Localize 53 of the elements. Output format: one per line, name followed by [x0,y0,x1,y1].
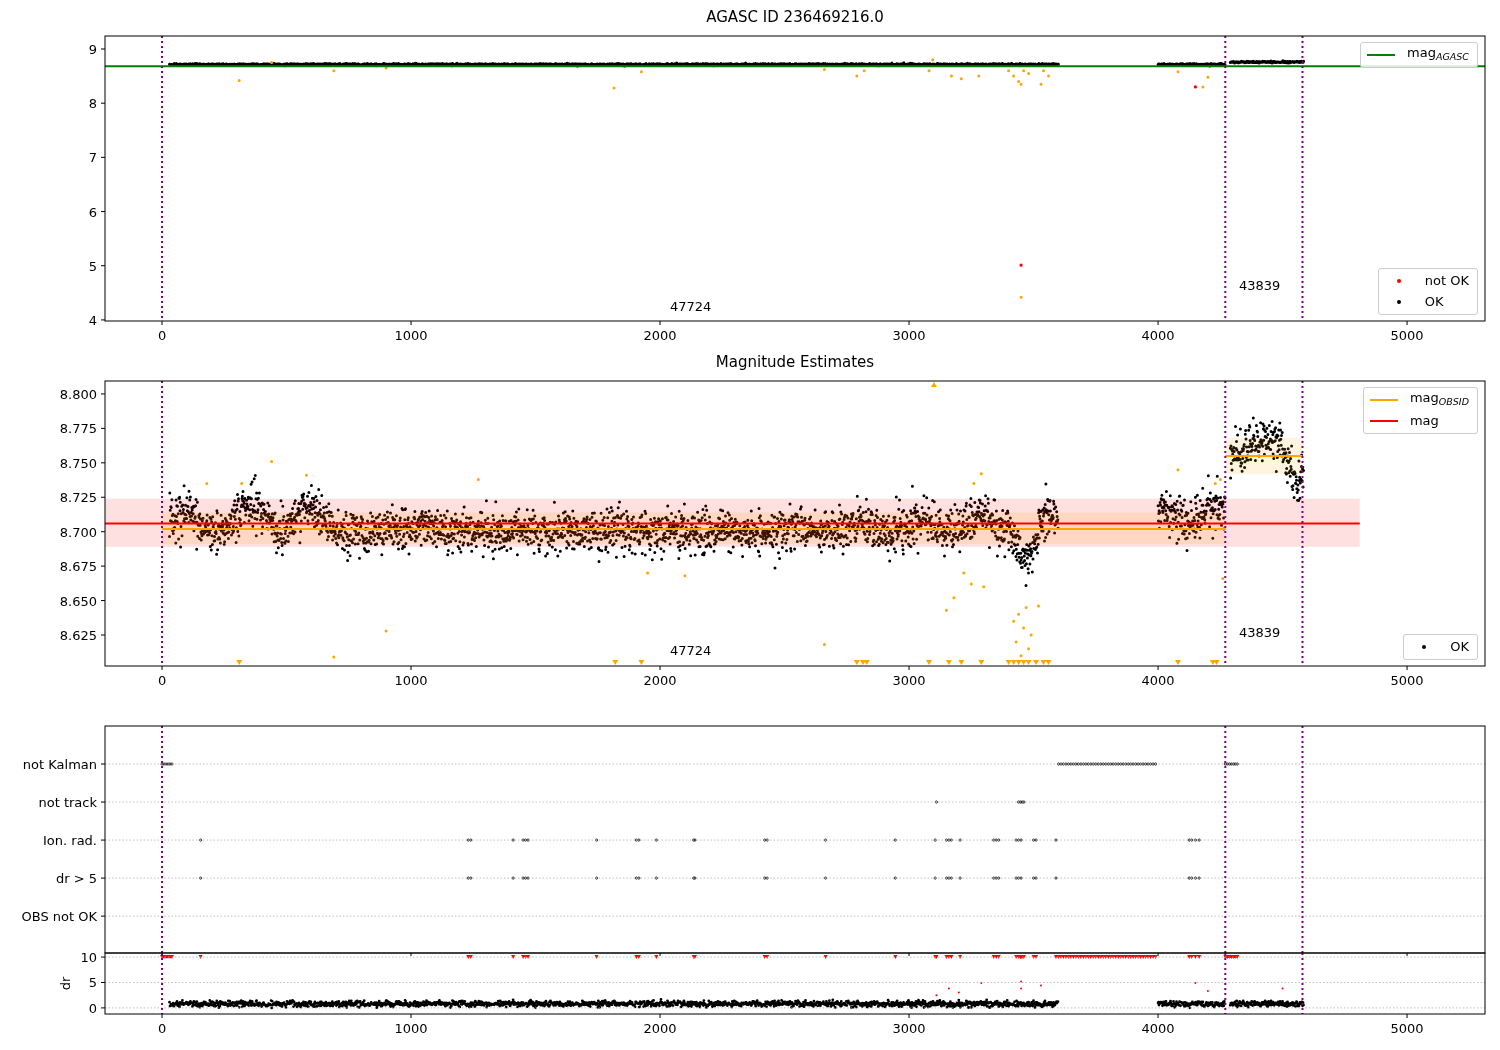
obsid-label: 47724 [670,298,712,314]
tick-label: 8.650 [59,593,97,609]
tick-label: 5 [88,975,97,991]
tick-label: 2000 [643,673,677,688]
tick-label: 8.625 [59,628,97,643]
tick-label: 8.750 [59,455,97,471]
tick-label: 4000 [1141,673,1175,688]
tick-label: 3000 [892,673,926,688]
tick-label: 8.800 [59,386,97,402]
tick-label: 6 [88,204,97,220]
tick-label: 4 [88,312,97,328]
obsid-label: 43839 [1239,625,1281,641]
tick-label: 0 [157,1021,167,1036]
tick-label: 2000 [643,328,677,343]
tick-label: 4000 [1141,1021,1175,1036]
tick-label: 8.725 [59,490,97,506]
tick-label: 3000 [892,1021,926,1036]
legend-label: mag [1409,412,1439,430]
row-label: not Kalman [22,757,97,772]
legend-label: OK [1424,293,1444,311]
tick-label: 8.775 [59,421,97,437]
tick-label: 3000 [892,328,926,343]
row-label: not track [38,795,97,811]
legend-label: OK [1450,638,1469,656]
tick-label: 1000 [394,1021,428,1036]
tick-label: 0 [157,328,167,343]
chart-title: Magnitude Estimates [715,353,875,371]
tick-label: 5 [88,258,97,274]
tick-label: 10 [80,950,97,966]
row-label: OBS not OK [21,909,97,925]
tick-label: 4000 [1141,328,1175,343]
chart-title: AGASC ID 236469216.0 [706,8,884,26]
tick-label: 5000 [1390,328,1424,343]
axis-label: dr [58,976,73,991]
tick-label: 8 [88,96,97,112]
tick-label: 8.675 [59,559,97,575]
tick-label: 0 [157,673,167,688]
obsid-label: 43839 [1239,278,1281,294]
legend-label: not OK [1424,272,1469,290]
legend-label: mag$_{AGASC}$ [1407,44,1469,64]
obsid-label: 47724 [670,643,712,658]
legend-label: mag$_{OBSID}$ [1409,389,1469,409]
tick-label: 2000 [643,1021,677,1036]
row-label: Ion. rad. [43,833,97,849]
tick-label: 5000 [1390,1021,1424,1036]
row-label: dr > 5 [55,871,97,887]
tick-label: 5000 [1390,673,1424,688]
tick-label: 7 [88,150,97,166]
tick-label: 1000 [394,673,428,688]
tick-label: 0 [88,1000,97,1016]
tick-label: 8.700 [59,524,97,540]
tick-label: 9 [88,42,97,57]
tick-label: 1000 [394,328,428,343]
